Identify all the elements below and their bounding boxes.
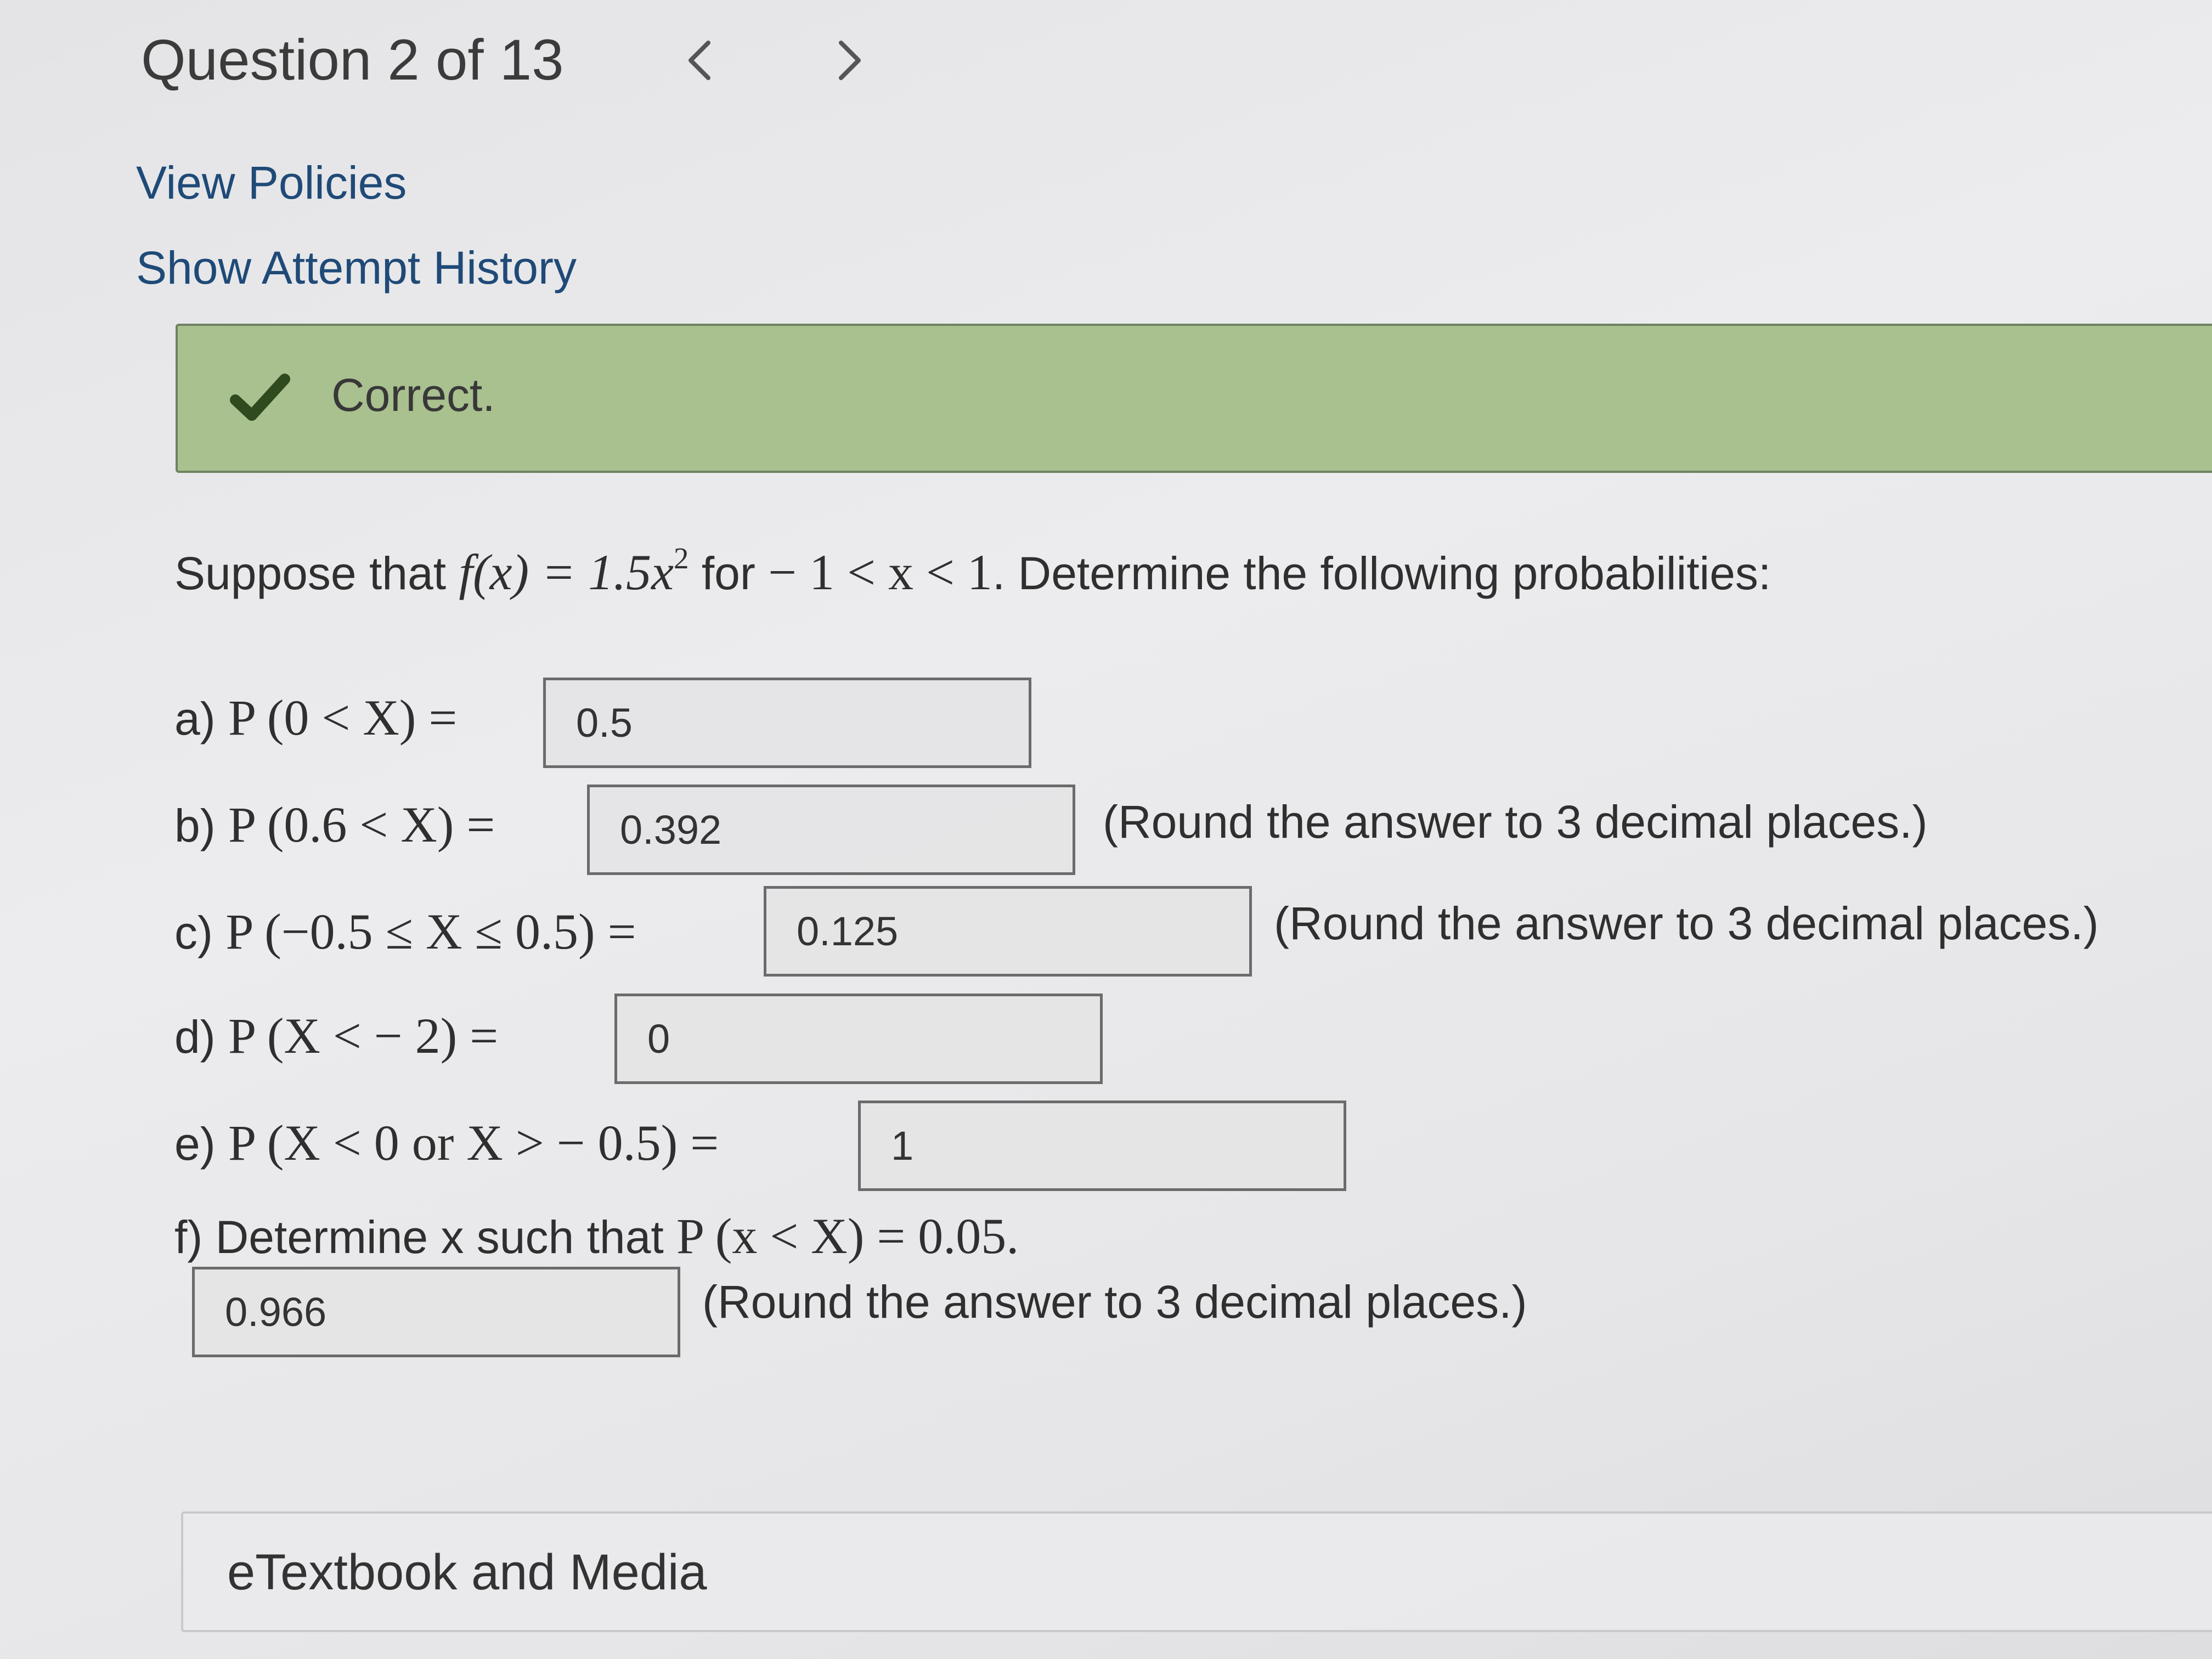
part-e-expression: P (X < 0 or X > − 0.5) = (228, 1115, 719, 1171)
previous-question-button[interactable] (668, 27, 733, 93)
question-header: Question 2 of 13 (141, 16, 909, 104)
part-b-letter: b) (174, 800, 216, 851)
part-d-expression: P (X < − 2) = (228, 1008, 499, 1064)
part-a-expression: P (0 < X) = (228, 690, 458, 746)
function-expression: f(x) = 1.5x (459, 544, 674, 600)
part-a-answer-field[interactable]: 0.5 (543, 678, 1031, 768)
question-title: Question 2 of 13 (141, 28, 564, 92)
problem-intro: Suppose that (174, 548, 447, 599)
part-c-letter: c) (174, 907, 213, 958)
problem-for: for (701, 548, 755, 599)
chevron-left-icon (689, 41, 710, 80)
part-f-expression: P (x < X) = 0.05. (676, 1208, 1019, 1264)
part-d-letter: d) (174, 1011, 216, 1063)
chevron-right-icon (839, 41, 861, 80)
domain-expression: − 1 < x < 1 (768, 544, 992, 600)
function-exponent: 2 (674, 541, 689, 575)
checkmark-icon (230, 374, 290, 421)
part-c-expression: P (−0.5 ≤ X ≤ 0.5) = (225, 904, 636, 960)
part-f-round-note: (Round the answer to 3 decimal places.) (702, 1276, 1527, 1328)
part-e-letter: e) (174, 1118, 216, 1170)
part-a-letter: a) (174, 693, 216, 744)
part-c-round-note: (Round the answer to 3 decimal places.) (1274, 898, 2099, 949)
part-f-text: f) Determine x such that (174, 1211, 664, 1263)
part-e-answer-field[interactable]: 1 (858, 1101, 1346, 1191)
part-b-expression: P (0.6 < X) = (228, 797, 495, 853)
next-question-button[interactable] (816, 27, 882, 93)
feedback-text: Correct. (331, 369, 495, 421)
part-b-round-note: (Round the answer to 3 decimal places.) (1103, 796, 1928, 848)
correct-feedback-banner: Correct. (176, 324, 2212, 473)
part-c-answer-field[interactable]: 0.125 (764, 886, 1252, 977)
problem-statement: Suppose that f(x) = 1.5x2 for − 1 < x < … (174, 543, 1771, 601)
part-b-answer-field[interactable]: 0.392 (587, 785, 1075, 875)
etextbook-media-label: eTextbook and Media (227, 1544, 707, 1600)
part-d-answer-field[interactable]: 0 (614, 994, 1103, 1084)
view-policies-link[interactable]: View Policies (136, 156, 407, 210)
part-f-answer-field[interactable]: 0.966 (192, 1267, 680, 1357)
problem-ending: . Determine the following probabilities: (992, 548, 1771, 599)
etextbook-media-section[interactable]: eTextbook and Media (181, 1511, 2212, 1632)
show-attempt-history-link[interactable]: Show Attempt History (136, 241, 577, 295)
